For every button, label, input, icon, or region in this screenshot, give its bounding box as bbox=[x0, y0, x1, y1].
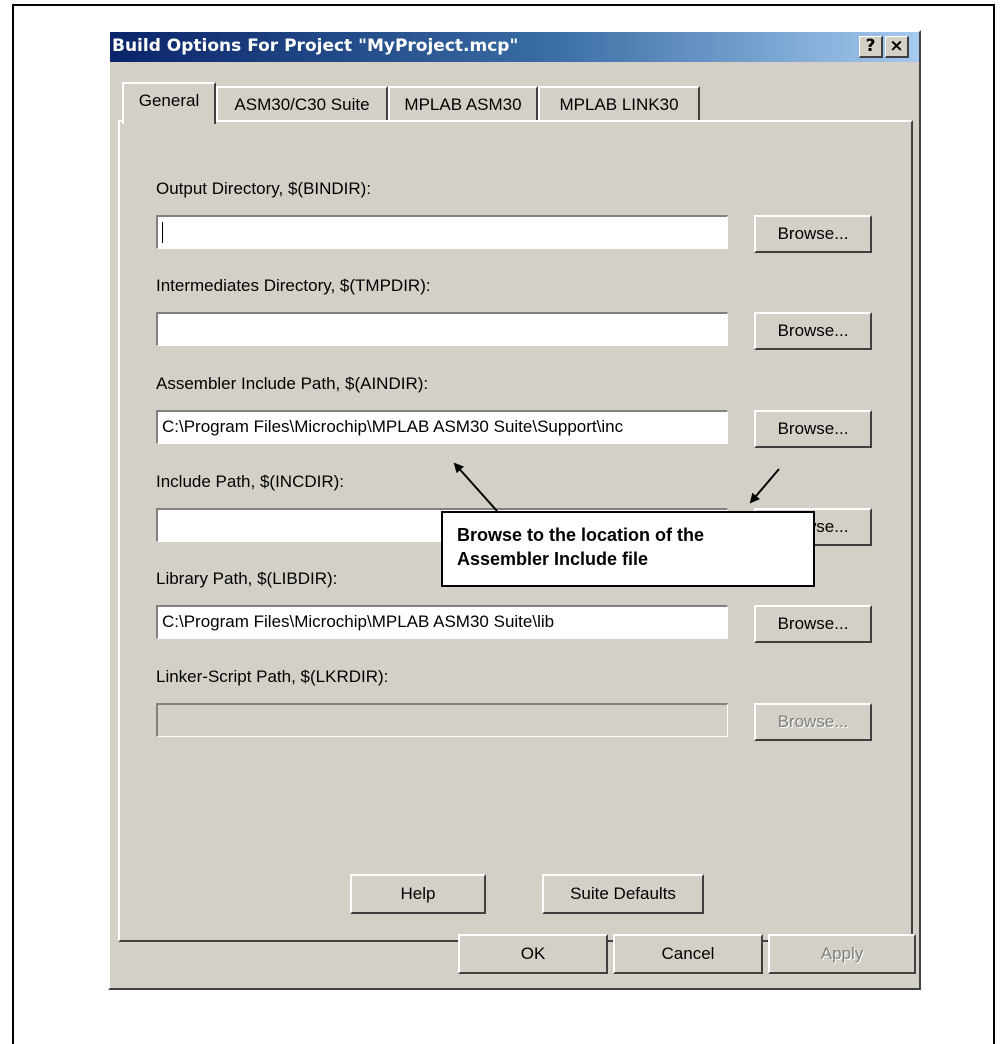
annotation-arrows bbox=[453, 462, 780, 512]
arrow-to-browse-button bbox=[749, 468, 780, 504]
arrow-to-path-field bbox=[453, 462, 498, 512]
